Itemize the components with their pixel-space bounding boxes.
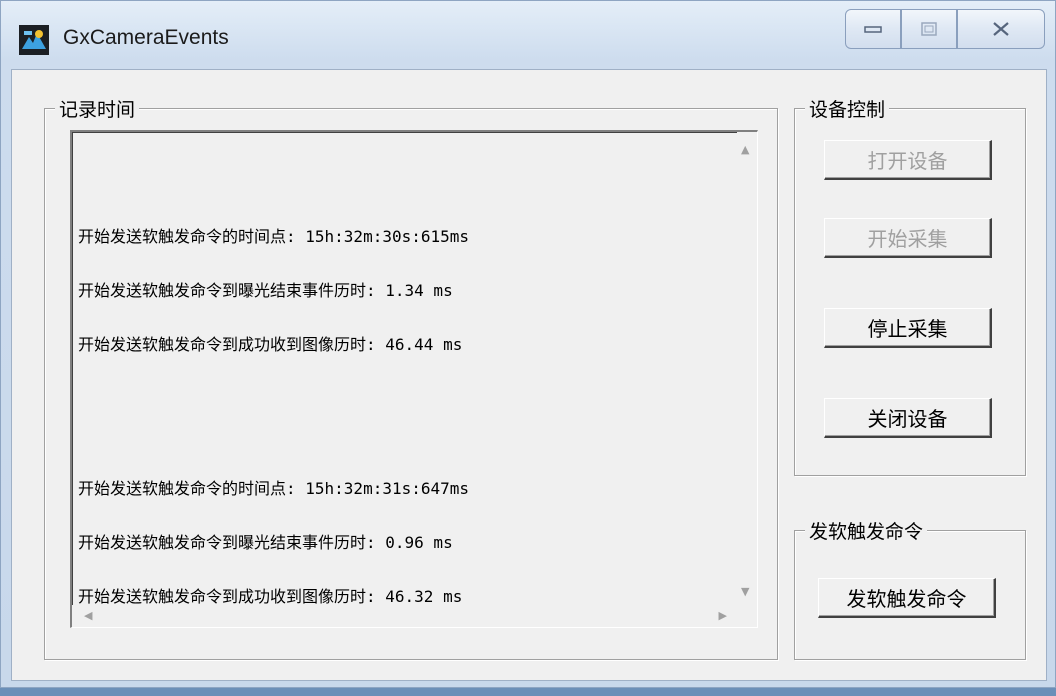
log-entry: 开始发送软触发命令的时间点: 15h:32m:30s:615ms 开始发送软触发… bbox=[78, 192, 718, 390]
close-icon bbox=[993, 22, 1009, 36]
log-line: 开始发送软触发命令的时间点: 15h:32m:31s:647ms bbox=[78, 479, 470, 498]
send-soft-trigger-button[interactable]: 发软触发命令 bbox=[818, 578, 996, 618]
minimize-button[interactable] bbox=[845, 9, 901, 49]
app-window: GxCameraEvents 记录时间 开始发送软触发命令的时间点: 15h:3… bbox=[0, 0, 1056, 688]
scroll-up-arrow-icon[interactable]: ▲ bbox=[741, 144, 749, 155]
log-line: 开始发送软触发命令到曝光结束事件历时: 1.34 ms bbox=[78, 281, 453, 300]
log-line: 开始发送软触发命令到成功收到图像历时: 46.32 ms bbox=[78, 587, 463, 606]
start-acquisition-button[interactable]: 开始采集 bbox=[824, 218, 992, 258]
client-area: 记录时间 开始发送软触发命令的时间点: 15h:32m:30s:615ms 开始… bbox=[11, 69, 1047, 681]
log-textarea[interactable]: 开始发送软触发命令的时间点: 15h:32m:30s:615ms 开始发送软触发… bbox=[70, 130, 758, 628]
scroll-left-arrow-icon[interactable]: ◀ bbox=[84, 610, 92, 621]
app-icon bbox=[19, 25, 49, 55]
maximize-icon bbox=[921, 22, 937, 36]
close-device-button[interactable]: 关闭设备 bbox=[824, 398, 992, 438]
stop-acquisition-button[interactable]: 停止采集 bbox=[824, 308, 992, 348]
close-button[interactable] bbox=[957, 9, 1045, 49]
log-line: 开始发送软触发命令到曝光结束事件历时: 0.96 ms bbox=[78, 533, 453, 552]
title-bar[interactable]: GxCameraEvents bbox=[1, 1, 1055, 65]
maximize-button[interactable] bbox=[901, 9, 957, 49]
scroll-corner bbox=[737, 605, 757, 627]
scroll-right-arrow-icon[interactable]: ▶ bbox=[719, 610, 727, 621]
soft-trigger-label: 发软触发命令 bbox=[805, 517, 928, 544]
log-group-label: 记录时间 bbox=[55, 95, 140, 122]
caption-buttons bbox=[845, 9, 1045, 51]
log-line: 开始发送软触发命令到成功收到图像历时: 46.44 ms bbox=[78, 335, 463, 354]
minimize-icon bbox=[864, 26, 882, 33]
open-device-button[interactable]: 打开设备 bbox=[824, 140, 992, 180]
device-control-label: 设备控制 bbox=[805, 95, 890, 122]
log-line: 开始发送软触发命令的时间点: 15h:32m:30s:615ms bbox=[78, 227, 470, 246]
scroll-down-arrow-icon[interactable]: ▼ bbox=[741, 586, 749, 597]
window-title: GxCameraEvents bbox=[63, 26, 229, 49]
vertical-scrollbar[interactable]: ▲ ▼ bbox=[737, 132, 757, 605]
horizontal-scrollbar[interactable]: ◀ ▶ bbox=[72, 605, 737, 627]
